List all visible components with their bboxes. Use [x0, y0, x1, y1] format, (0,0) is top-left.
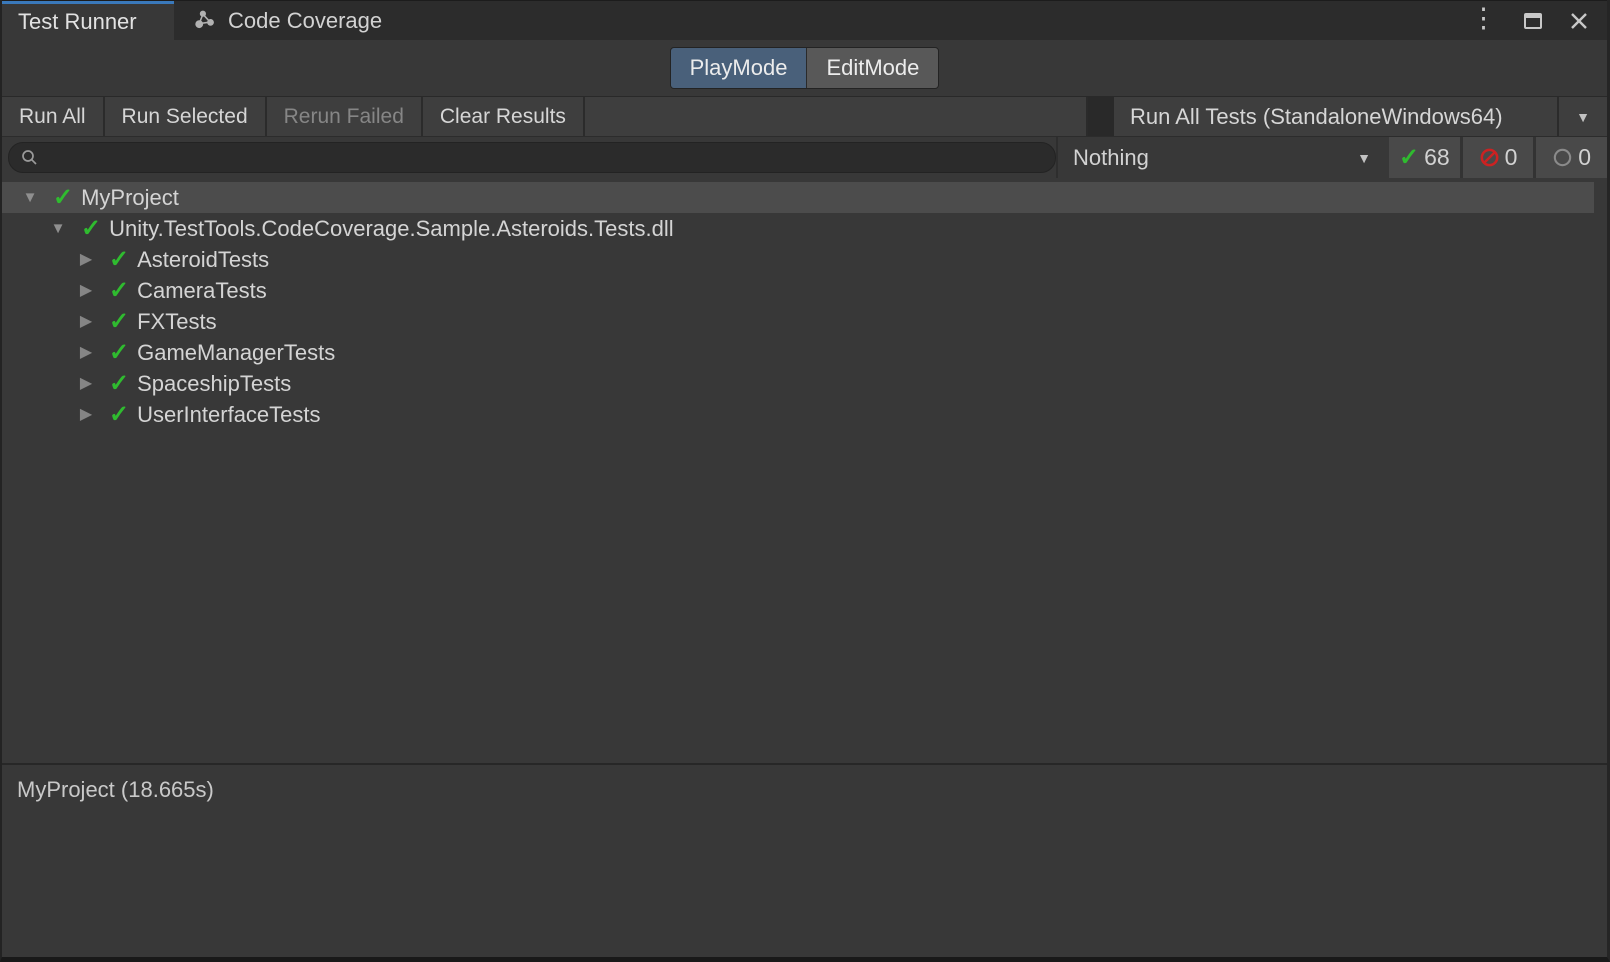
- test-tree-row[interactable]: ▶ ✓ FXTests: [2, 306, 1607, 337]
- window-menu-icon[interactable]: ⋮: [1470, 5, 1497, 32]
- expander-triangle-icon[interactable]: ▶: [76, 407, 96, 423]
- search-input[interactable]: [47, 145, 1043, 170]
- tab-bar: Test Runner Code Coverage ⋮: [2, 0, 1607, 40]
- passed-icon: ✓: [109, 341, 129, 365]
- test-tree-row-label: SpaceshipTests: [137, 371, 291, 397]
- test-tree-row[interactable]: ▼ ✓ MyProject: [2, 182, 1594, 213]
- playmode-tab[interactable]: PlayMode: [671, 48, 807, 88]
- tab-code-coverage-label: Code Coverage: [228, 8, 382, 34]
- run-all-tests-platform-label: Run All Tests (StandaloneWindows64): [1130, 104, 1503, 130]
- passed-filter-button[interactable]: ✓ 68: [1389, 137, 1460, 178]
- passed-icon: ✓: [109, 372, 129, 396]
- tab-test-runner[interactable]: Test Runner: [2, 1, 174, 40]
- expander-triangle-icon[interactable]: ▶: [76, 314, 96, 330]
- maximize-icon[interactable]: [1524, 13, 1542, 29]
- failed-icon: [1479, 147, 1500, 168]
- search-icon: [21, 149, 38, 166]
- filter-row: Nothing ▼ ✓ 68 0: [2, 137, 1607, 178]
- passed-icon: ✓: [109, 403, 129, 427]
- test-tree-row[interactable]: ▼ ✓ Unity.TestTools.CodeCoverage.Sample.…: [2, 213, 1607, 244]
- not-run-filter-button[interactable]: 0: [1536, 137, 1607, 178]
- expander-triangle-icon[interactable]: ▶: [76, 345, 96, 361]
- test-tree-row-label: AsteroidTests: [137, 247, 269, 273]
- editmode-tab[interactable]: EditMode: [806, 48, 938, 88]
- test-tree-row-label: Unity.TestTools.CodeCoverage.Sample.Aste…: [109, 216, 674, 242]
- run-all-button[interactable]: Run All: [2, 97, 105, 136]
- test-tree-row[interactable]: ▶ ✓ GameManagerTests: [2, 337, 1607, 368]
- expander-triangle-icon[interactable]: ▶: [76, 376, 96, 392]
- expander-triangle-icon[interactable]: ▼: [20, 190, 40, 205]
- window-controls: ⋮: [1470, 1, 1607, 40]
- passed-icon: ✓: [53, 186, 73, 210]
- category-filter-dropdown[interactable]: Nothing ▼: [1056, 137, 1386, 178]
- test-tree-row-label: UserInterfaceTests: [137, 402, 320, 428]
- result-counters: ✓ 68 0 0: [1389, 137, 1607, 178]
- rerun-failed-button[interactable]: Rerun Failed: [267, 97, 423, 136]
- editmode-tab-label: EditMode: [826, 55, 919, 81]
- passed-icon: ✓: [109, 279, 129, 303]
- passed-count: 68: [1424, 144, 1450, 171]
- close-icon[interactable]: [1569, 11, 1589, 31]
- mode-toggle-group: PlayMode EditMode: [670, 47, 940, 89]
- passed-icon: ✓: [81, 217, 101, 241]
- mode-toggle-row: PlayMode EditMode: [2, 40, 1607, 96]
- tab-code-coverage[interactable]: Code Coverage: [174, 1, 402, 40]
- toolbar-spacer: [585, 97, 1088, 136]
- test-tree-row-label: GameManagerTests: [137, 340, 335, 366]
- failed-filter-button[interactable]: 0: [1463, 137, 1534, 178]
- platform-dropdown-button[interactable]: ▼: [1559, 97, 1607, 136]
- chevron-down-icon: ▼: [1357, 150, 1371, 166]
- test-tree-row[interactable]: ▶ ✓ SpaceshipTests: [2, 368, 1607, 399]
- not-run-count: 0: [1578, 144, 1591, 171]
- category-filter-value: Nothing: [1073, 145, 1149, 171]
- passed-icon: ✓: [1399, 146, 1419, 170]
- passed-icon: ✓: [109, 248, 129, 272]
- clear-results-button[interactable]: Clear Results: [423, 97, 585, 136]
- test-runner-window: Test Runner Code Coverage ⋮: [0, 0, 1610, 962]
- test-tree-row-label: MyProject: [81, 185, 179, 211]
- result-details-panel: MyProject (18.665s): [2, 765, 1607, 957]
- chevron-down-icon: ▼: [1576, 109, 1590, 125]
- run-selected-label: Run Selected: [122, 105, 248, 129]
- toolbar-gap: [1088, 97, 1114, 136]
- test-tree: ▼ ✓ MyProject ▼ ✓ Unity.TestTools.CodeCo…: [2, 178, 1607, 763]
- tab-test-runner-label: Test Runner: [18, 9, 137, 35]
- failed-count: 0: [1505, 144, 1518, 171]
- playmode-tab-label: PlayMode: [690, 55, 788, 81]
- code-coverage-icon: [194, 9, 217, 32]
- toolbar: Run All Run Selected Rerun Failed Clear …: [2, 96, 1607, 137]
- run-all-label: Run All: [19, 105, 86, 129]
- test-tree-row[interactable]: ▶ ✓ UserInterfaceTests: [2, 399, 1607, 430]
- test-tree-row[interactable]: ▶ ✓ CameraTests: [2, 275, 1607, 306]
- expander-triangle-icon[interactable]: ▶: [76, 252, 96, 268]
- search-field[interactable]: [8, 142, 1056, 173]
- result-summary-text: MyProject (18.665s): [17, 777, 214, 802]
- not-run-icon: [1552, 147, 1573, 168]
- test-tree-row-label: FXTests: [137, 309, 216, 335]
- test-tree-row-label: CameraTests: [137, 278, 267, 304]
- clear-results-label: Clear Results: [440, 105, 566, 129]
- expander-triangle-icon[interactable]: ▶: [76, 283, 96, 299]
- rerun-failed-label: Rerun Failed: [284, 105, 404, 129]
- run-selected-button[interactable]: Run Selected: [105, 97, 267, 136]
- passed-icon: ✓: [109, 310, 129, 334]
- run-all-tests-platform-button[interactable]: Run All Tests (StandaloneWindows64): [1114, 97, 1559, 136]
- expander-triangle-icon[interactable]: ▼: [48, 221, 68, 236]
- test-tree-row[interactable]: ▶ ✓ AsteroidTests: [2, 244, 1607, 275]
